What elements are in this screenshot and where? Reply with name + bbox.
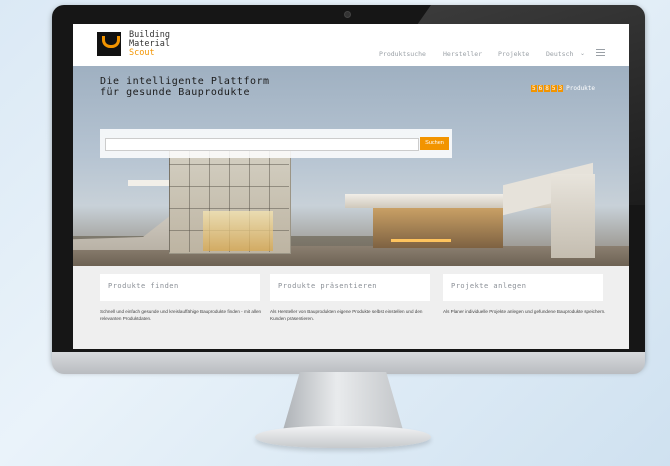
search-panel: Suchen (100, 129, 452, 158)
counter-digit: 8 (544, 85, 550, 92)
feature-title: Projekte anlegen (451, 282, 527, 290)
nav-produktsuche[interactable]: Produktsuche (379, 50, 426, 58)
feature-card-projects[interactable]: Projekte anlegen (443, 274, 603, 301)
feature-title: Produkte präsentieren (278, 282, 378, 290)
logo-text-line3[interactable]: Scout (129, 49, 155, 58)
product-counter: 5 6 8 5 3 Produkte (531, 85, 595, 92)
monitor-stand-base (255, 426, 431, 448)
chevron-down-icon[interactable]: ⌄ (580, 50, 585, 57)
counter-digit: 6 (537, 85, 544, 92)
hero-title-line1: Die intelligente Plattform (100, 76, 270, 87)
feature-card-find[interactable]: Produkte finden (100, 274, 260, 301)
building-light (203, 211, 273, 251)
counter-label: Produkte (566, 85, 596, 92)
header: Building Material Scout Produktsuche Her… (73, 24, 629, 66)
feature-title: Produkte finden (108, 282, 179, 290)
hero-section: Die intelligente Plattform für gesunde B… (73, 66, 629, 266)
nav-projekte[interactable]: Projekte (498, 50, 529, 58)
search-input[interactable] (105, 138, 419, 151)
hamburger-icon[interactable] (596, 49, 605, 56)
feature-card-present[interactable]: Produkte präsentieren (270, 274, 430, 301)
building-canopy-light (391, 239, 451, 242)
feature-section: Produkte finden Produkte präsentieren Pr… (73, 266, 629, 349)
counter-digit: 3 (557, 85, 564, 92)
screen: Building Material Scout Produktsuche Her… (73, 24, 629, 349)
feature-description: Schnell und einfach gesunde und kreislau… (100, 309, 262, 321)
hero-title-line2: für gesunde Bauprodukte (100, 87, 250, 98)
counter-digit: 5 (531, 85, 537, 92)
building-wall (551, 174, 595, 258)
counter-digit: 5 (550, 85, 557, 92)
camera-dot (344, 11, 351, 18)
building-canopy-interior (373, 208, 503, 248)
nav-hersteller[interactable]: Hersteller (443, 50, 482, 58)
monitor-chin (52, 352, 645, 374)
monitor-stand (283, 372, 403, 430)
language-select[interactable]: Deutsch (546, 50, 573, 58)
feature-description: Als Hersteller von Bauprodukten eigene P… (270, 309, 423, 321)
search-button[interactable]: Suchen (420, 137, 449, 150)
u-cup-icon[interactable] (97, 32, 121, 56)
feature-description: Als Planer individuelle Projekte anlegen… (443, 309, 606, 314)
